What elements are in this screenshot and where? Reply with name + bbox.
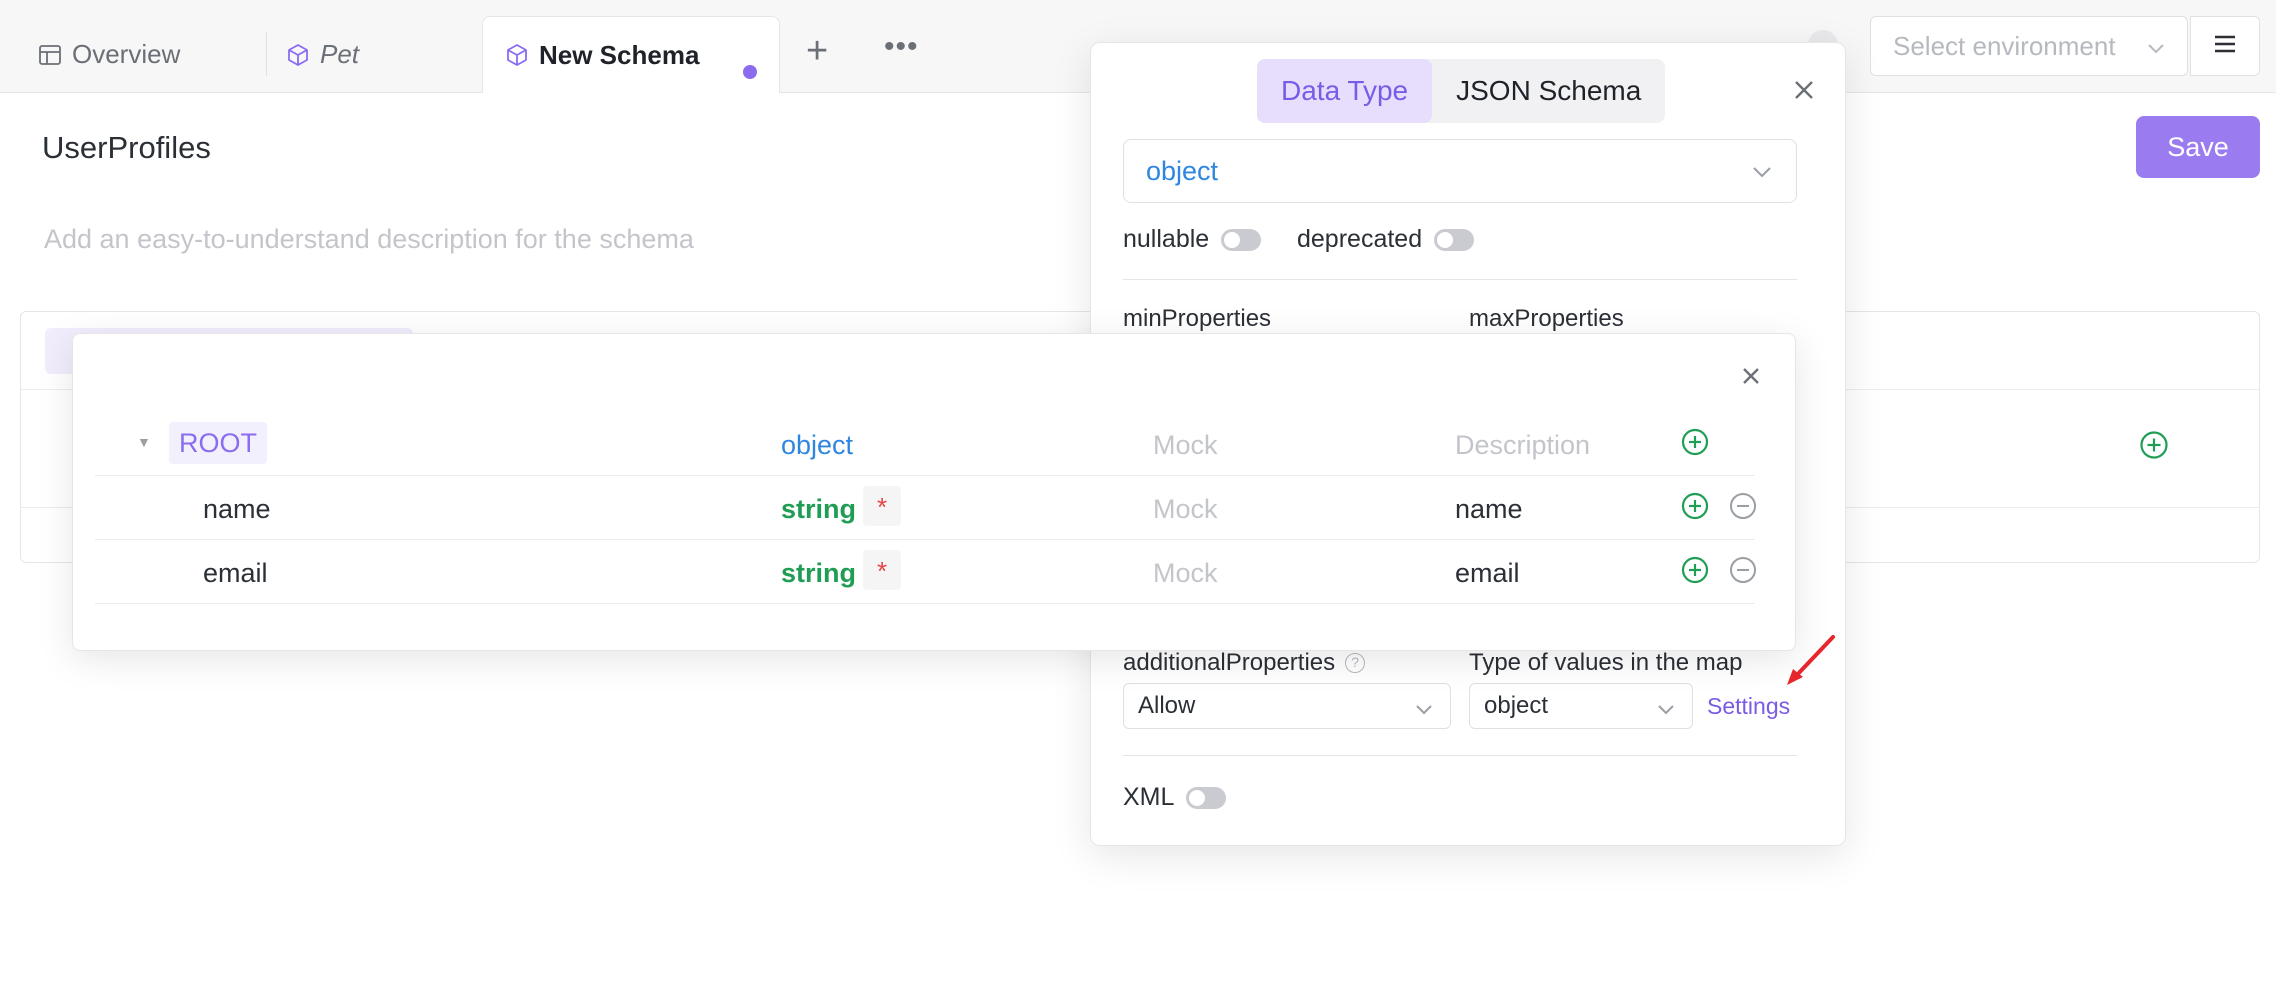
cube-icon [286, 43, 310, 67]
unsaved-indicator [743, 65, 757, 79]
settings-link[interactable]: Settings [1707, 693, 1790, 720]
root-description-input[interactable]: Description [1455, 430, 1590, 461]
chevron-down-icon [2145, 35, 2167, 66]
map-values-type-select[interactable]: object [1469, 683, 1693, 729]
add-circle-icon[interactable] [1681, 428, 1709, 456]
root-label: ROOT [169, 422, 267, 464]
tab-pet[interactable]: Pet [286, 16, 359, 93]
add-tab-button[interactable]: + [806, 30, 828, 73]
property-mock-input[interactable]: Mock [1153, 494, 1218, 525]
schema-description-input[interactable]: Add an easy-to-understand description fo… [44, 224, 694, 255]
environment-placeholder: Select environment [1893, 30, 2116, 61]
environment-select[interactable]: Select environment [1870, 16, 2188, 76]
required-marker[interactable]: * [863, 550, 901, 590]
tab-divider [266, 32, 267, 76]
add-circle-icon[interactable] [1681, 556, 1709, 584]
table-icon [38, 43, 62, 67]
tab-json-schema[interactable]: JSON Schema [1432, 59, 1665, 123]
save-button[interactable]: Save [2136, 116, 2260, 178]
additional-properties-value: Allow [1138, 692, 1196, 719]
schema-title[interactable]: UserProfiles [42, 130, 211, 166]
property-description[interactable]: name [1455, 494, 1523, 525]
map-values-label: Type of values in the map [1469, 649, 1743, 676]
nullable-toggle-row: nullable [1123, 225, 1262, 254]
deprecated-toggle-row: deprecated [1297, 225, 1475, 254]
divider [1123, 755, 1797, 756]
nullable-label: nullable [1123, 225, 1210, 253]
max-properties-label: maxProperties [1469, 305, 1624, 332]
xml-label: XML [1123, 783, 1175, 811]
remove-circle-icon[interactable] [1729, 556, 1757, 584]
root-mock-input[interactable]: Mock [1153, 430, 1218, 461]
remove-circle-icon[interactable] [1729, 492, 1757, 520]
collapse-caret-icon[interactable]: ▼ [137, 434, 151, 450]
more-tabs-button[interactable]: ••• [884, 30, 919, 64]
xml-switch[interactable] [1186, 786, 1227, 809]
root-type[interactable]: object [781, 430, 853, 461]
tab-overview-label: Overview [72, 39, 181, 69]
add-circle-icon[interactable] [2139, 430, 2169, 465]
menu-button[interactable] [2190, 16, 2260, 76]
tab-pet-label: Pet [320, 39, 360, 69]
property-description[interactable]: email [1455, 558, 1520, 589]
additional-properties-select[interactable]: Allow [1123, 683, 1451, 729]
close-icon[interactable] [1739, 362, 1763, 396]
tab-new-schema-label: New Schema [539, 39, 700, 70]
help-icon[interactable]: ? [1345, 653, 1366, 673]
chevron-down-icon [1750, 160, 1774, 191]
min-properties-label: minProperties [1123, 305, 1272, 332]
close-icon[interactable] [1791, 73, 1817, 112]
required-marker[interactable]: * [863, 486, 901, 526]
divider [1123, 279, 1797, 280]
additional-properties-label-row: additionalProperties ? [1123, 649, 1366, 677]
add-circle-icon[interactable] [1681, 492, 1709, 520]
tab-data-type[interactable]: Data Type [1257, 59, 1433, 123]
xml-toggle-row: XML [1123, 783, 1227, 812]
tab-overview[interactable]: Overview [38, 16, 180, 93]
nullable-switch[interactable] [1221, 228, 1262, 251]
map-values-type-value: object [1484, 692, 1549, 719]
data-type-select[interactable]: object [1123, 139, 1797, 203]
deprecated-label: deprecated [1297, 225, 1423, 253]
property-type[interactable]: string [781, 494, 856, 525]
hamburger-icon [2212, 33, 2238, 60]
chevron-down-icon [1414, 698, 1434, 726]
property-name[interactable]: name [203, 494, 271, 525]
chevron-down-icon [1656, 698, 1676, 726]
cube-icon [505, 43, 529, 67]
tab-new-schema[interactable]: New Schema [482, 16, 780, 93]
property-mock-input[interactable]: Mock [1153, 558, 1218, 589]
data-type-value: object [1146, 155, 1219, 186]
additional-properties-label: additionalProperties [1123, 649, 1336, 676]
table-row: ▼ ROOT object Mock Description [95, 412, 1755, 476]
map-value-schema-panel: ▼ ROOT object Mock Description name stri… [72, 333, 1796, 651]
property-name[interactable]: email [203, 558, 268, 589]
deprecated-switch[interactable] [1434, 228, 1475, 251]
popover-tab-switcher: Data Type JSON Schema [1257, 59, 1666, 123]
table-row: name string * Mock name [95, 476, 1757, 540]
table-row: email string * Mock email [95, 540, 1757, 604]
property-type[interactable]: string [781, 558, 856, 589]
